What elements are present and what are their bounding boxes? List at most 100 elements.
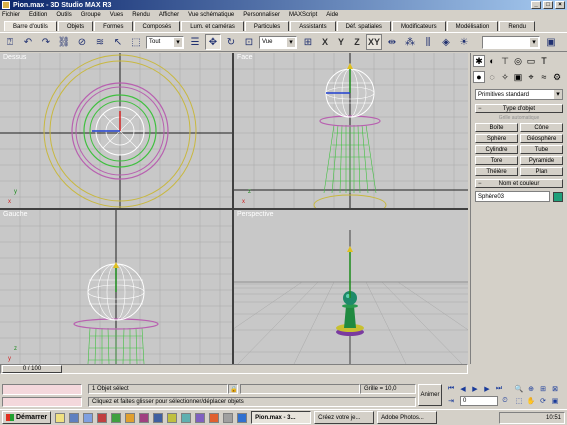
menu-aide[interactable]: Aide xyxy=(326,12,338,18)
quicklaunch-app7-icon[interactable] xyxy=(181,412,192,423)
next-frame-icon[interactable]: ▶ xyxy=(482,384,492,393)
tab-composes[interactable]: Composés xyxy=(133,21,181,31)
create-tab-icon[interactable]: ✱ xyxy=(473,55,485,67)
maxscript-listener-output[interactable] xyxy=(2,397,82,407)
select-icon[interactable]: ↖ xyxy=(110,34,126,50)
bind-spacewarp-icon[interactable]: ≋ xyxy=(92,34,108,50)
current-frame-input[interactable]: 0 xyxy=(460,396,498,406)
object-type-rollout[interactable]: − Type d'objet xyxy=(475,104,563,113)
goto-end-icon[interactable]: ⏭ xyxy=(494,384,504,393)
reference-coord-select[interactable]: Vue xyxy=(259,35,297,49)
zoom-extents-all-icon[interactable]: ⊠ xyxy=(550,384,560,393)
menu-vues[interactable]: Vues xyxy=(110,12,123,18)
viewport-left-label[interactable]: Gauche xyxy=(3,211,28,218)
region-zoom-icon[interactable]: ⬚ xyxy=(514,396,524,405)
tab-objets[interactable]: Objets xyxy=(57,21,94,31)
axis-z-button[interactable]: Z xyxy=(350,34,364,50)
zoom-icon[interactable]: 🔍 xyxy=(514,384,524,393)
quicklaunch-app5-icon[interactable] xyxy=(153,412,164,423)
scale-icon[interactable]: ⊡ xyxy=(241,34,257,50)
rotate-icon[interactable]: ↻ xyxy=(223,34,239,50)
shapes-icon[interactable]: ◌ xyxy=(486,71,498,83)
plane-button[interactable]: Plan xyxy=(520,167,563,176)
pyramid-button[interactable]: Pyramide xyxy=(520,156,563,165)
box-button[interactable]: Boîte xyxy=(475,123,518,132)
viewport-front[interactable]: Face x z xyxy=(234,53,468,208)
selection-filter-select[interactable]: Tout xyxy=(146,35,184,49)
maximize-button[interactable]: □ xyxy=(543,1,553,9)
axis-y-button[interactable]: Y xyxy=(334,34,348,50)
prev-frame-icon[interactable]: ◀ xyxy=(458,384,468,393)
menu-rendu[interactable]: Rendu xyxy=(132,12,150,18)
arc-rotate-icon[interactable]: ⟳ xyxy=(538,396,548,405)
menu-fichier[interactable]: Fichier xyxy=(2,12,20,18)
undo-icon[interactable]: ↶ xyxy=(20,34,36,50)
quicklaunch-app8-icon[interactable] xyxy=(195,412,206,423)
unlink-icon[interactable]: ⊘ xyxy=(74,34,90,50)
utilities-tab-icon[interactable]: T xyxy=(538,55,550,67)
name-color-rollout[interactable]: − Nom et couleur xyxy=(475,179,563,188)
menu-vue-schematique[interactable]: Vue schématique xyxy=(188,12,234,18)
cameras-icon[interactable]: ▣ xyxy=(512,71,524,83)
tube-button[interactable]: Tube xyxy=(520,145,563,154)
goto-start-icon[interactable]: ⏮ xyxy=(446,384,456,393)
render-scene-icon[interactable]: ▣ xyxy=(543,34,559,50)
tab-modificateurs[interactable]: Modificateurs xyxy=(391,21,446,31)
tab-assistants[interactable]: Assistants xyxy=(290,21,336,31)
key-mode-icon[interactable]: ⇥ xyxy=(446,396,456,405)
helpers-icon[interactable]: ⌖ xyxy=(525,71,537,83)
sphere-button[interactable]: Sphère xyxy=(475,134,518,143)
quicklaunch-app2-icon[interactable] xyxy=(111,412,122,423)
pan-icon[interactable]: ✋ xyxy=(526,396,536,405)
tab-modelisation[interactable]: Modélisation xyxy=(446,21,499,31)
quicklaunch-desktop-icon[interactable] xyxy=(83,412,94,423)
systems-icon[interactable]: ⚙ xyxy=(551,71,563,83)
quicklaunch-app9-icon[interactable] xyxy=(209,412,220,423)
zoom-all-icon[interactable]: ⊕ xyxy=(526,384,536,393)
object-name-input[interactable]: Sphère03 xyxy=(475,191,550,202)
tab-lum-cameras[interactable]: Lum. et caméras xyxy=(181,21,244,31)
lock-selection-icon[interactable]: 🔒 xyxy=(228,384,238,394)
menu-maxscript[interactable]: MAXScript xyxy=(289,12,317,18)
quicklaunch-app10-icon[interactable] xyxy=(223,412,234,423)
task-3dsmax[interactable]: Pion.max - 3... xyxy=(251,411,312,424)
start-button[interactable]: Démarrer xyxy=(2,411,52,424)
autogrid-checkbox[interactable]: Grille automatique xyxy=(475,115,563,121)
torus-button[interactable]: Tore xyxy=(475,156,518,165)
viewport-perspective-label[interactable]: Perspective xyxy=(237,211,274,218)
tab-formes[interactable]: Formes xyxy=(94,21,133,31)
quicklaunch-app4-icon[interactable] xyxy=(139,412,150,423)
viewport-left[interactable]: Gauche y z xyxy=(0,210,232,364)
viewport-front-label[interactable]: Face xyxy=(237,54,253,61)
category-select[interactable]: Primitives standard xyxy=(475,89,563,100)
object-color-swatch[interactable] xyxy=(553,191,563,202)
tab-def-spatiales[interactable]: Déf. spatiales xyxy=(336,21,391,31)
quicklaunch-app11-icon[interactable] xyxy=(237,412,248,423)
time-slider[interactable]: 0 / 100 xyxy=(0,364,468,374)
time-config-icon[interactable]: ⏲ xyxy=(500,396,510,405)
menu-edition[interactable]: Edition xyxy=(29,12,47,18)
teapot-button[interactable]: Théière xyxy=(475,167,518,176)
cone-button[interactable]: Cône xyxy=(520,123,563,132)
geometry-icon[interactable]: ● xyxy=(473,71,485,83)
viewport-top-label[interactable]: Dessus xyxy=(3,54,26,61)
geosphere-button[interactable]: Géosphère xyxy=(520,134,563,143)
task-photoshop[interactable]: Adobe Photos... xyxy=(377,411,438,424)
play-icon[interactable]: ▶ xyxy=(470,384,480,393)
quicklaunch-explorer-icon[interactable] xyxy=(55,412,66,423)
redo-icon[interactable]: ↷ xyxy=(38,34,54,50)
hierarchy-tab-icon[interactable]: ⊤ xyxy=(499,55,511,67)
render-icon[interactable]: ☀ xyxy=(456,34,472,50)
close-button[interactable]: × xyxy=(555,1,565,9)
help-icon[interactable]: ⍰ xyxy=(2,34,18,50)
viewport-perspective[interactable]: Perspective xyxy=(234,210,468,364)
motion-tab-icon[interactable]: ◎ xyxy=(512,55,524,67)
axis-x-button[interactable]: X xyxy=(318,34,332,50)
material-editor-icon[interactable]: ◈ xyxy=(438,34,454,50)
pivot-icon[interactable]: ⊞ xyxy=(300,34,316,50)
link-icon[interactable]: ⛓ xyxy=(56,34,72,50)
menu-outils[interactable]: Outils xyxy=(56,12,71,18)
quicklaunch-app-icon[interactable] xyxy=(97,412,108,423)
align-icon[interactable]: ⫼ xyxy=(420,34,436,50)
task-browser[interactable]: Créez votre je... xyxy=(314,411,375,424)
